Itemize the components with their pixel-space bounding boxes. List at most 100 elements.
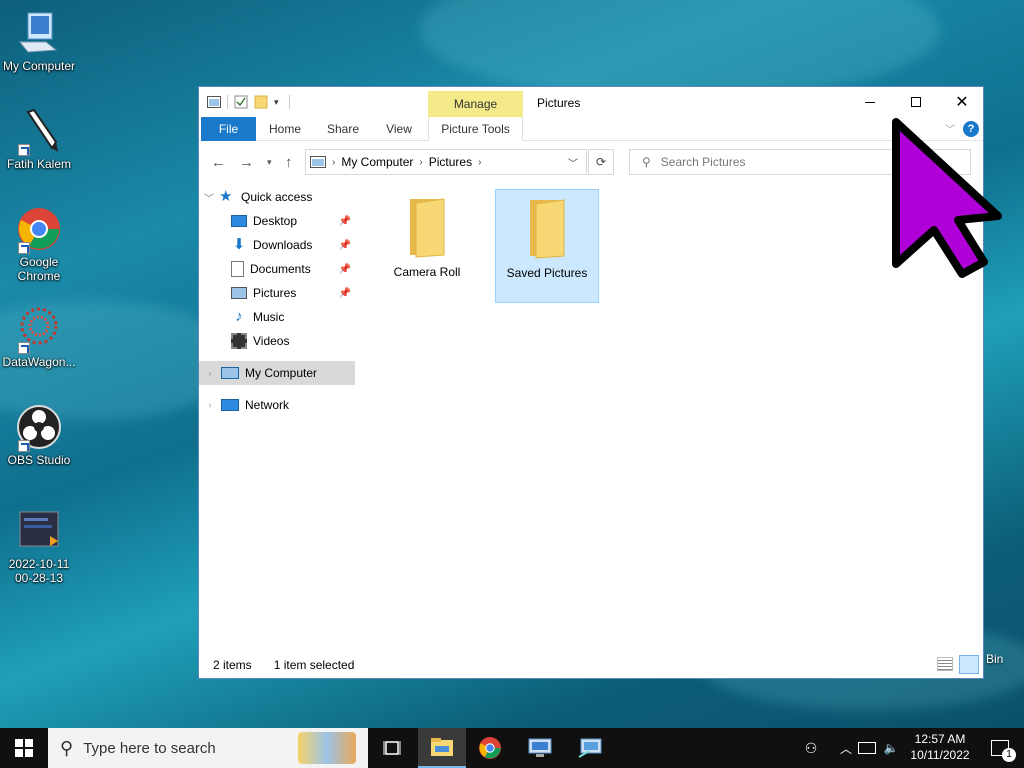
taskbar-file-explorer[interactable]: [418, 728, 466, 768]
pin-icon[interactable]: 📌: [339, 216, 351, 227]
new-folder-icon[interactable]: [254, 95, 268, 109]
tab-manage[interactable]: Manage: [428, 91, 523, 117]
refresh-button[interactable]: ⟳: [588, 149, 614, 175]
window-title: Pictures: [537, 96, 581, 110]
desktop-icon-label: 2022-10-11 00-28-13: [8, 557, 70, 585]
chrome-icon: [479, 737, 501, 759]
desktop-icon-fatih-kalem[interactable]: Fatih Kalem: [0, 108, 78, 171]
forward-arrow-icon[interactable]: →: [239, 154, 254, 171]
file-explorer-icon: [431, 738, 453, 756]
taskbar-search-input[interactable]: Type here to search: [83, 740, 216, 757]
file-explorer-window[interactable]: ▾ Manage Pictures ✕ File Home Share View…: [198, 86, 984, 679]
tab-picture-tools[interactable]: Picture Tools: [428, 117, 523, 141]
taskbar-app-network[interactable]: [566, 728, 614, 768]
quick-access-toolbar: ▾: [207, 95, 290, 109]
search-icon: ⚲: [60, 737, 74, 758]
up-arrow-icon[interactable]: ↑: [285, 154, 293, 171]
recent-locations-icon[interactable]: ▾: [267, 157, 272, 168]
address-dropdown-icon[interactable]: ﹀: [568, 155, 578, 170]
computer-icon: [310, 156, 326, 168]
close-button[interactable]: ✕: [939, 87, 985, 117]
minimize-button[interactable]: [847, 87, 893, 117]
recycle-bin-label[interactable]: Bin: [986, 652, 1003, 666]
chevron-right-icon[interactable]: ›: [199, 400, 221, 410]
desktop-icon-my-computer[interactable]: My Computer: [0, 10, 78, 73]
download-arrow-icon: ⬇: [232, 236, 246, 253]
obs-icon: [16, 404, 62, 452]
breadcrumb-separator-icon[interactable]: ›: [419, 157, 422, 168]
back-arrow-icon[interactable]: ←: [211, 154, 226, 171]
breadcrumb-separator-icon[interactable]: ›: [478, 157, 481, 168]
details-view-icon[interactable]: [937, 657, 953, 671]
sidebar-item-pictures[interactable]: Pictures 📌: [199, 281, 355, 305]
breadcrumb-separator-icon[interactable]: ›: [332, 157, 335, 168]
network-monitor-icon: [578, 738, 602, 758]
tab-home[interactable]: Home: [261, 117, 309, 141]
ribbon-tabs: File Home Share View Picture Tools ﹀ ?: [199, 117, 983, 141]
shortcut-arrow-icon: [18, 144, 30, 156]
selection-count: 1 item selected: [273, 658, 355, 672]
minimize-icon: [865, 101, 875, 103]
desktop-icon-label: Fatih Kalem: [6, 157, 72, 171]
sidebar-item-documents[interactable]: Documents 📌: [199, 257, 355, 281]
sidebar-item-desktop[interactable]: Desktop 📌: [199, 209, 355, 233]
task-view-icon: [383, 741, 401, 755]
chevron-down-icon[interactable]: ▾: [274, 97, 279, 108]
large-icons-view-icon[interactable]: [959, 655, 979, 674]
tab-view[interactable]: View: [375, 117, 423, 141]
sidebar-item-videos[interactable]: Videos: [199, 329, 355, 353]
search-input[interactable]: Search Pictures: [661, 155, 746, 169]
notification-badge: 1: [1002, 748, 1016, 762]
windows-logo-icon: [15, 739, 33, 757]
chevron-down-icon[interactable]: ﹀: [199, 190, 219, 205]
pictures-icon: [231, 287, 247, 299]
title-bar[interactable]: ▾ Manage Pictures ✕: [199, 87, 983, 117]
desktop-icon-obs-studio[interactable]: OBS Studio: [0, 404, 78, 467]
desktop-icon-datawagon[interactable]: DataWagon...: [0, 306, 78, 369]
close-icon: ✕: [955, 94, 969, 111]
navigation-bar: ← → ▾ ↑ › My Computer › Pictures › ﹀ ⟳ ⚲…: [199, 143, 983, 181]
task-view-button[interactable]: [368, 728, 416, 768]
taskbar-search-box[interactable]: ⚲ Type here to search: [48, 728, 368, 768]
volume-icon[interactable]: 🔈: [882, 741, 900, 755]
desktop-icon-video-file[interactable]: 2022-10-11 00-28-13: [0, 508, 78, 585]
pin-icon[interactable]: 📌: [339, 240, 351, 251]
documents-icon: [231, 261, 244, 277]
breadcrumb-my-computer[interactable]: My Computer: [341, 155, 413, 169]
sidebar-item-music[interactable]: ♪ Music: [199, 305, 355, 329]
list-item[interactable]: Saved Pictures: [495, 189, 599, 303]
film-icon: [231, 333, 247, 349]
maximize-button[interactable]: [893, 87, 939, 117]
desktop-icon-google-chrome[interactable]: Google Chrome: [0, 206, 78, 283]
clock[interactable]: 12:57 AM 10/11/2022: [904, 731, 976, 763]
folder-icon: [402, 197, 452, 259]
list-item[interactable]: Camera Roll: [375, 189, 479, 303]
taskbar-chrome[interactable]: [466, 728, 514, 768]
item-count: 2 items: [213, 658, 252, 672]
desktop-icon-label: My Computer: [2, 59, 76, 73]
network-tray-icon[interactable]: [858, 742, 876, 754]
tab-file[interactable]: File: [201, 117, 256, 141]
datawagon-icon: [16, 306, 62, 354]
properties-icon[interactable]: [234, 95, 248, 109]
window-icon: [207, 96, 221, 108]
pin-icon[interactable]: 📌: [339, 288, 351, 299]
notification-center-button[interactable]: 1: [976, 728, 1024, 768]
clock-date: 10/11/2022: [910, 748, 970, 762]
chevron-right-icon[interactable]: ›: [199, 368, 221, 378]
people-icon[interactable]: ⚇: [800, 740, 822, 757]
sidebar-item-quick-access[interactable]: ﹀ ★ Quick access: [199, 185, 355, 209]
sidebar-item-my-computer[interactable]: › My Computer: [199, 361, 355, 385]
start-button[interactable]: [0, 728, 48, 768]
pin-icon[interactable]: 📌: [339, 264, 351, 275]
desktop-icon-label: DataWagon...: [2, 355, 76, 369]
shortcut-arrow-icon: [18, 242, 30, 254]
sidebar-item-downloads[interactable]: ⬇ Downloads 📌: [199, 233, 355, 257]
sidebar-item-network[interactable]: › Network: [199, 393, 355, 417]
taskbar-app-remote[interactable]: [516, 728, 564, 768]
tab-share[interactable]: Share: [319, 117, 367, 141]
file-name: Camera Roll: [393, 265, 461, 279]
chevron-up-icon[interactable]: ︿: [838, 740, 854, 757]
breadcrumb-pictures[interactable]: Pictures: [429, 155, 472, 169]
address-bar[interactable]: › My Computer › Pictures › ﹀: [305, 149, 587, 175]
